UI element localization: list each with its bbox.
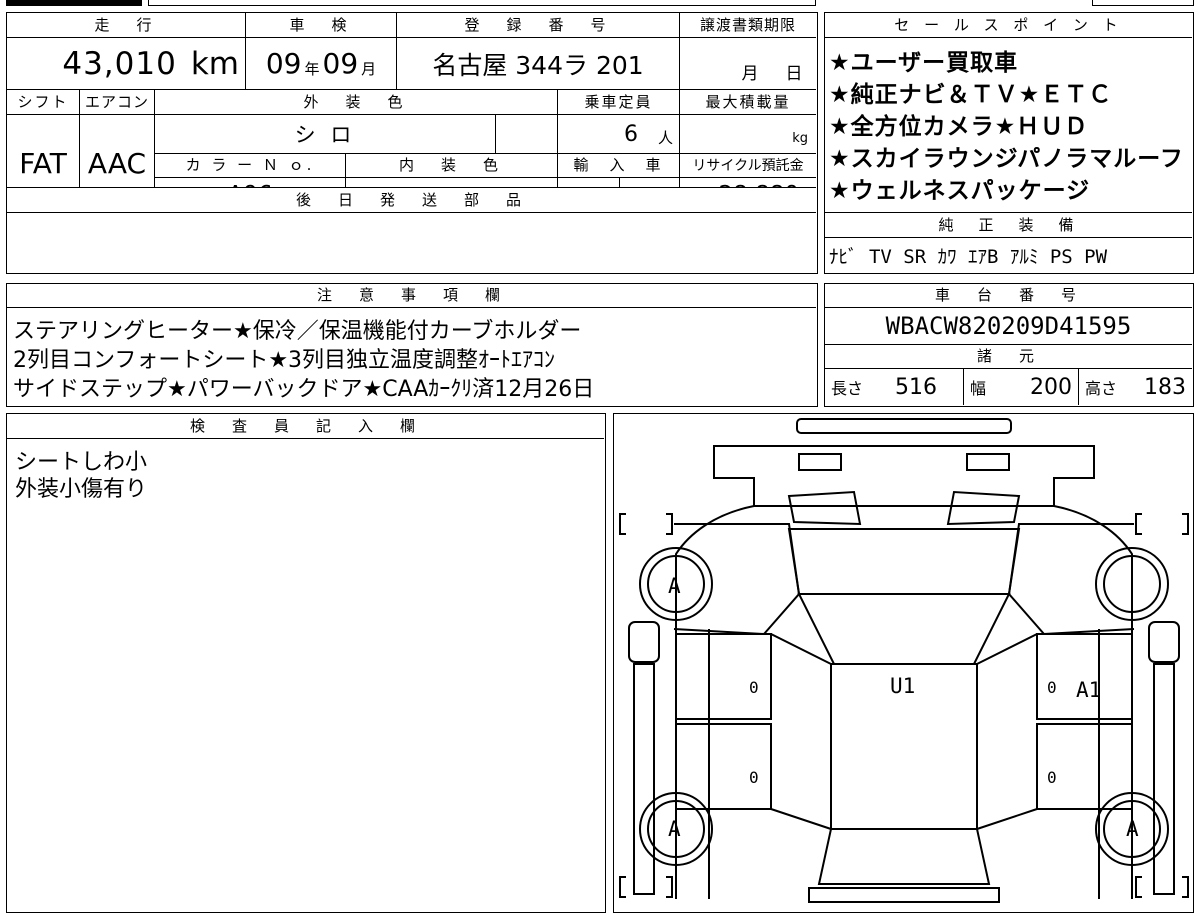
sales-points-label: セ ー ル ス ポ イ ン ト xyxy=(825,13,1192,37)
interior-color-label: 内 装 色 xyxy=(346,154,557,177)
right-front-door-mark: A1 xyxy=(1076,678,1102,702)
vehicle-diagram: A A A U1 A1 0 0 0 0 xyxy=(613,413,1194,913)
inspection-year-unit: 年 xyxy=(304,60,320,78)
recycle-deposit-label: リサイクル預託金 xyxy=(680,154,816,177)
right-front-door-count: 0 xyxy=(1047,678,1057,697)
transfer-month-unit: 月 xyxy=(741,63,759,84)
height-value: 183 xyxy=(1144,374,1186,400)
top-tab-strip xyxy=(6,0,816,7)
import-label: 輸 入 車 xyxy=(558,154,679,177)
registration-value: 名古屋 344ラ 201 xyxy=(432,50,644,80)
notes-panel: 注 意 事 項 欄 ステアリングヒーター★保冷／保温機能付カーブホルダー 2列目… xyxy=(6,283,818,407)
inspection-value: 09 年 09 月 xyxy=(246,38,396,89)
inspector-notes: シートしわ小 外装小傷有り xyxy=(15,444,595,502)
width-spec: 幅 200 xyxy=(964,369,1078,405)
height-spec: 高さ 183 xyxy=(1079,369,1192,405)
inspector-label: 検 査 員 記 入 欄 xyxy=(7,414,604,438)
width-value: 200 xyxy=(1030,374,1072,400)
later-parts-label: 後 日 発 送 部 品 xyxy=(7,188,816,212)
chassis-number-label: 車 台 番 号 xyxy=(825,284,1192,307)
later-parts-value xyxy=(7,213,816,272)
car-outline-drawing xyxy=(619,418,1189,903)
note-line: サイドステップ★パワーバックドア★CAAｶｰｸﾘ済12月26日 xyxy=(13,377,595,402)
front-left-wheel-mark: A xyxy=(668,574,681,598)
length-value: 516 xyxy=(895,374,937,400)
note-line: ステアリングヒーター★保冷／保温機能付カーブホルダー xyxy=(13,319,582,344)
transfer-day-unit: 日 xyxy=(785,63,803,84)
notes-label: 注 意 事 項 欄 xyxy=(7,284,816,307)
capacity-number: 6 xyxy=(623,121,638,147)
inspection-year: 09 xyxy=(265,47,302,80)
height-label: 高さ xyxy=(1085,379,1118,398)
registration-label: 登 録 番 号 xyxy=(397,13,679,37)
inspection-month-unit: 月 xyxy=(361,60,377,78)
shift-label: シフト xyxy=(7,90,79,114)
roof-mark: U1 xyxy=(890,674,916,698)
max-load-value: kg xyxy=(792,130,808,146)
rear-left-wheel-mark: A xyxy=(668,817,681,841)
sales-point: ★純正ナビ＆ＴＶ★ＥＴＣ xyxy=(829,82,1113,108)
mileage-unit: km xyxy=(190,45,239,82)
rear-right-wheel-mark: A xyxy=(1126,817,1139,841)
length-label: 長さ xyxy=(831,379,864,398)
left-front-door-count: 0 xyxy=(749,678,759,697)
vehicle-info-grid: 走 行 車 検 登 録 番 号 譲渡書類期限 43,010 km 09 年 09… xyxy=(6,12,818,274)
right-rear-door-count: 0 xyxy=(1047,768,1057,787)
inspector-panel: 検 査 員 記 入 欄 シートしわ小 外装小傷有り xyxy=(6,413,606,913)
capacity-unit: 人 xyxy=(657,128,673,147)
inspection-month: 09 xyxy=(322,47,359,80)
factory-equipment-label: 純 正 装 備 xyxy=(825,213,1192,237)
mileage-number: 43,010 xyxy=(62,45,177,82)
max-load-label: 最大積載量 xyxy=(680,90,816,114)
transfer-deadline-value: 月 日 xyxy=(680,53,816,89)
exterior-color-value: シ ロ xyxy=(294,123,356,147)
note-line: 2列目コンフォートシート★3列目独立温度調整ｵｰﾄｴｱｺﾝ xyxy=(13,348,556,373)
top-right-tab xyxy=(1092,0,1194,6)
inspector-note-line: 外装小傷有り xyxy=(15,477,148,502)
inspection-label: 車 検 xyxy=(246,13,396,37)
transfer-deadline-label: 譲渡書類期限 xyxy=(680,13,816,37)
length-spec: 長さ 516 xyxy=(825,369,963,405)
sales-points-panel: セ ー ル ス ポ イ ン ト ★ユーザー買取車 ★純正ナビ＆ＴＶ★ＥＴＣ ★全… xyxy=(824,12,1194,274)
capacity-value: 6 人 xyxy=(558,115,679,153)
left-rear-door-count: 0 xyxy=(749,768,759,787)
factory-equipment-value: ﾅﾋﾞ TV SR ｶﾜ ｴｱB ｱﾙﾐ PS PW xyxy=(829,245,1108,268)
sales-point: ★スカイラウンジパノラマルーフ xyxy=(829,146,1184,172)
inspector-note-line: シートしわ小 xyxy=(15,450,148,475)
capacity-label: 乗車定員 xyxy=(558,90,679,114)
sales-points-list: ★ユーザー買取車 ★純正ナビ＆ＴＶ★ＥＴＣ ★全方位カメラ★ＨＵＤ ★スカイラウ… xyxy=(829,43,1191,223)
width-label: 幅 xyxy=(970,379,987,398)
chassis-number-value: WBACW820209D41595 xyxy=(885,312,1132,340)
chassis-panel: 車 台 番 号 WBACW820209D41595 諸 元 長さ 516 幅 2… xyxy=(824,283,1194,407)
exterior-color-label: 外 装 色 xyxy=(155,90,557,114)
sales-point: ★ウェルネスパッケージ xyxy=(829,178,1091,204)
notes-list: ステアリングヒーター★保冷／保温機能付カーブホルダー 2列目コンフォートシート★… xyxy=(13,313,813,403)
sales-point: ★全方位カメラ★ＨＵＤ xyxy=(829,114,1089,140)
aircon-label: エアコン xyxy=(80,90,154,114)
sales-point: ★ユーザー買取車 xyxy=(829,50,1019,76)
specs-label: 諸 元 xyxy=(825,345,1192,368)
color-number-label: カ ラ ー Ｎ ｏ. xyxy=(155,154,345,177)
mileage-label: 走 行 xyxy=(7,13,245,37)
mileage-value: 43,010 km xyxy=(7,38,243,89)
